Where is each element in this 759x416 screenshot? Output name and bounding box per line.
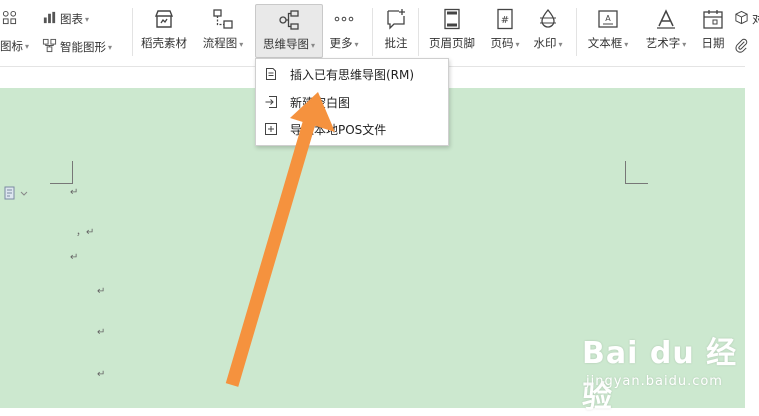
wordart-button[interactable]: 艺术字 ▾: [640, 4, 692, 60]
date-label: 日期: [701, 36, 725, 50]
smart-art-icon: [42, 38, 60, 56]
daoke-label: 稻壳素材: [141, 36, 187, 50]
menu-item-new-blank-map[interactable]: 新建空白图: [256, 89, 448, 115]
textbox-icon: A: [596, 7, 620, 31]
date-button[interactable]: 日期: [696, 4, 730, 60]
wordart-label: 艺术字: [645, 36, 681, 50]
paragraph-mark: ↵: [70, 252, 79, 263]
watermark-label: 水印: [533, 36, 557, 50]
more-label: 更多: [329, 36, 353, 50]
chevron-down-icon: ▾: [558, 40, 563, 49]
smart-art-label: 智能图形: [60, 40, 106, 54]
attachment-button[interactable]: [734, 38, 752, 56]
shop-icon: [152, 7, 176, 31]
textbox-label: 文本框: [587, 36, 623, 50]
icons-label: 图标: [0, 39, 23, 53]
comment-button[interactable]: 批注: [378, 4, 414, 60]
menu-item-import-pos-file[interactable]: 导入本地POS文件: [256, 116, 448, 142]
mindmap-icon: [277, 8, 301, 32]
shapes-row[interactable]: [2, 10, 20, 28]
paperclip-icon: [734, 38, 752, 56]
page-number-label: 页码: [490, 36, 514, 50]
divider: [372, 8, 373, 56]
crop-mark-top-right: [625, 161, 648, 184]
more-button[interactable]: 更多 ▾: [324, 4, 364, 60]
divider: [576, 8, 577, 56]
cube-icon: [734, 10, 752, 28]
chevron-down-icon: ▾: [108, 42, 113, 52]
chevron-down-icon: ▾: [682, 40, 687, 49]
header-footer-icon: [440, 7, 464, 31]
menu-item-label: 导入本地POS文件: [290, 122, 387, 137]
crop-mark-top-left: [50, 161, 73, 184]
mindmap-dropdown-menu: 插入已有思维导图(RM) 新建空白图 导入本地POS文件: [255, 58, 449, 146]
paragraph-settings-icon[interactable]: [4, 185, 30, 200]
paragraph-mark: ↵: [97, 327, 106, 338]
page-number-button[interactable]: # 页码 ▾: [484, 4, 526, 60]
textbox-button[interactable]: A 文本框 ▾: [582, 4, 634, 60]
chart-button[interactable]: 图表 ▾: [42, 10, 89, 28]
chevron-down-icon: ▾: [624, 40, 629, 49]
bar-chart-icon: [42, 10, 60, 28]
chevron-down-icon: ▾: [239, 40, 244, 49]
paragraph-mark: ↵: [97, 286, 106, 297]
paragraph-mark: ，↵: [76, 227, 95, 238]
plus-box-icon: [264, 122, 278, 136]
chevron-down-icon: ▾: [310, 41, 315, 50]
more-dots-icon: [332, 7, 356, 31]
document-icon: [264, 67, 278, 81]
svg-text:A: A: [605, 14, 611, 23]
flowchart-button[interactable]: 流程图 ▾: [196, 4, 250, 60]
page-number-icon: #: [493, 7, 517, 31]
object-label: 对: [752, 12, 759, 26]
baidu-jingyan-watermark: Bai du 经验 jingyan.baidu.com: [582, 328, 752, 415]
ribbon-toolbar: 图标 ▾ 图表 ▾ 智能图形 ▾ 稻壳素材 流程图 ▾ 思维导图 ▾ 更多 ▾ …: [0, 0, 759, 67]
flowchart-label: 流程图: [202, 36, 238, 50]
header-footer-button[interactable]: 页眉页脚: [424, 4, 480, 60]
mindmap-button[interactable]: 思维导图 ▾: [255, 4, 323, 58]
paragraph-mark: ↵: [97, 369, 106, 380]
paragraph-mark: ↵: [70, 187, 79, 198]
chevron-down-icon: ▾: [515, 40, 520, 49]
header-footer-label: 页眉页脚: [429, 36, 475, 50]
icons-button[interactable]: 图标 ▾: [0, 38, 29, 54]
new-file-arrow-icon: [264, 95, 278, 109]
comment-add-icon: [384, 7, 408, 31]
object-button[interactable]: 对: [734, 10, 759, 28]
chevron-down-icon: ▾: [354, 40, 359, 49]
divider: [418, 8, 419, 56]
svg-text:#: #: [501, 15, 509, 26]
menu-item-label: 新建空白图: [290, 95, 351, 110]
divider: [132, 8, 133, 56]
wordart-icon: [654, 7, 678, 31]
watermark-button[interactable]: 水印 ▾: [528, 4, 568, 60]
watermark-brand: Bai du 经验: [582, 336, 738, 415]
flowchart-icon: [211, 7, 235, 31]
menu-item-insert-existing-mindmap[interactable]: 插入已有思维导图(RM): [256, 61, 448, 87]
chevron-down-icon: ▾: [25, 41, 30, 51]
calendar-icon: [701, 7, 725, 31]
chart-label: 图表: [60, 12, 83, 26]
chevron-down-icon: ▾: [85, 14, 90, 24]
watermark-url: jingyan.baidu.com: [586, 374, 723, 389]
shapes-icon: [2, 10, 20, 28]
comment-label: 批注: [384, 36, 408, 50]
daoke-material-button[interactable]: 稻壳素材: [138, 4, 190, 60]
mindmap-label: 思维导图: [262, 37, 309, 51]
watermark-icon: [536, 7, 560, 31]
smart-art-button[interactable]: 智能图形 ▾: [42, 38, 112, 56]
menu-item-label: 插入已有思维导图(RM): [290, 67, 415, 82]
